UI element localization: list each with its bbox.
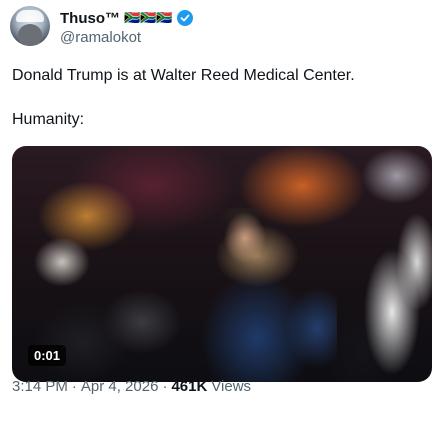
verified-badge-icon[interactable] — [176, 10, 193, 26]
video-timestamp-badge: 0:01 — [28, 345, 67, 366]
tweet-text-line-2: Humanity: — [12, 111, 85, 128]
video-frame-crowd-right — [322, 202, 432, 382]
meta-separator: · — [71, 378, 77, 395]
video-player[interactable]: 0:01 — [12, 146, 432, 382]
video-frame-central-figure — [187, 208, 337, 382]
author-handle[interactable]: @ramalokot — [60, 29, 141, 46]
avatar[interactable] — [10, 6, 50, 46]
tweet-text-line-1: Donald Trump is at Walter Reed Medical C… — [12, 67, 355, 84]
author-flags: 🇿🇦🇿🇦🇿🇦 — [124, 10, 173, 25]
tweet-meta: 3:14 PM · Apr 4, 2026 · 461K Views — [12, 378, 251, 395]
avatar-cap-shape — [16, 10, 44, 22]
author-display-name[interactable]: Thuso™ — [60, 10, 120, 27]
views-count: 461K — [171, 378, 208, 395]
author-name-row: Thuso™ 🇿🇦🇿🇦🇿🇦 — [60, 8, 193, 28]
views-label: Views — [211, 378, 252, 395]
meta-separator: · — [162, 378, 168, 395]
tweet-date[interactable]: Apr 4, 2026 — [81, 378, 159, 395]
tweet-text: Donald Trump is at Walter Reed Medical C… — [12, 66, 432, 130]
avatar-figure-shape — [18, 24, 42, 46]
tweet-time[interactable]: 3:14 PM — [12, 378, 68, 395]
